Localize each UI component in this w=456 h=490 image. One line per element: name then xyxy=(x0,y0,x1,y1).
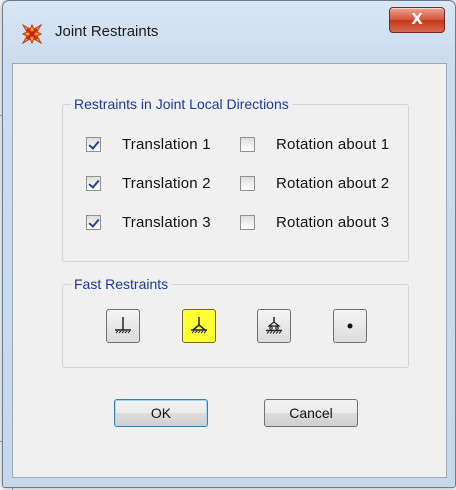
free-joint-icon xyxy=(347,323,353,329)
rotation-1-label: Rotation about 1 xyxy=(276,135,390,153)
translation-2-checkbox-row[interactable]: Translation 2 xyxy=(86,173,211,193)
cancel-button[interactable]: Cancel xyxy=(264,399,358,427)
translation-1-checkbox[interactable] xyxy=(86,136,101,152)
rotation-1-checkbox-row[interactable]: Rotation about 1 xyxy=(240,134,389,154)
fixed-support-icon xyxy=(115,317,131,334)
fixed-support-button[interactable] xyxy=(106,309,140,343)
translation-3-checkbox[interactable] xyxy=(86,214,101,230)
translation-3-label: Translation 3 xyxy=(122,213,211,231)
ok-button[interactable]: OK xyxy=(114,399,208,427)
rotation-3-label: Rotation about 3 xyxy=(276,213,390,231)
title-bar[interactable]: Joint Restraints X xyxy=(3,1,455,63)
rotation-1-checkbox[interactable] xyxy=(240,136,255,152)
roller-support-button[interactable] xyxy=(257,309,291,343)
close-button[interactable]: X xyxy=(389,7,445,33)
pinned-support-button[interactable] xyxy=(182,309,216,343)
rotation-2-checkbox-row[interactable]: Rotation about 2 xyxy=(240,173,389,193)
window-title: Joint Restraints xyxy=(55,23,159,40)
app-icon xyxy=(21,23,43,45)
rotation-2-checkbox[interactable] xyxy=(240,175,255,191)
translation-1-checkbox-row[interactable]: Translation 1 xyxy=(86,134,211,154)
rotation-3-checkbox[interactable] xyxy=(240,214,255,230)
translation-1-label: Translation 1 xyxy=(122,135,211,153)
translation-2-label: Translation 2 xyxy=(122,174,211,192)
dialog-body: Restraints in Joint Local Directions Tra… xyxy=(12,63,447,478)
fast-restraints-group-title: Fast Restraints xyxy=(71,276,172,292)
rotation-2-label: Rotation about 2 xyxy=(276,174,390,192)
free-joint-button[interactable] xyxy=(333,309,367,343)
pinned-support-icon xyxy=(191,317,207,334)
restraints-group-title: Restraints in Joint Local Directions xyxy=(71,96,292,112)
translation-3-checkbox-row[interactable]: Translation 3 xyxy=(86,212,211,232)
roller-support-icon xyxy=(266,317,282,334)
rotation-3-checkbox-row[interactable]: Rotation about 3 xyxy=(240,212,389,232)
translation-2-checkbox[interactable] xyxy=(86,175,101,191)
joint-restraints-dialog: Joint Restraints X Restraints in Joint L… xyxy=(2,0,456,488)
